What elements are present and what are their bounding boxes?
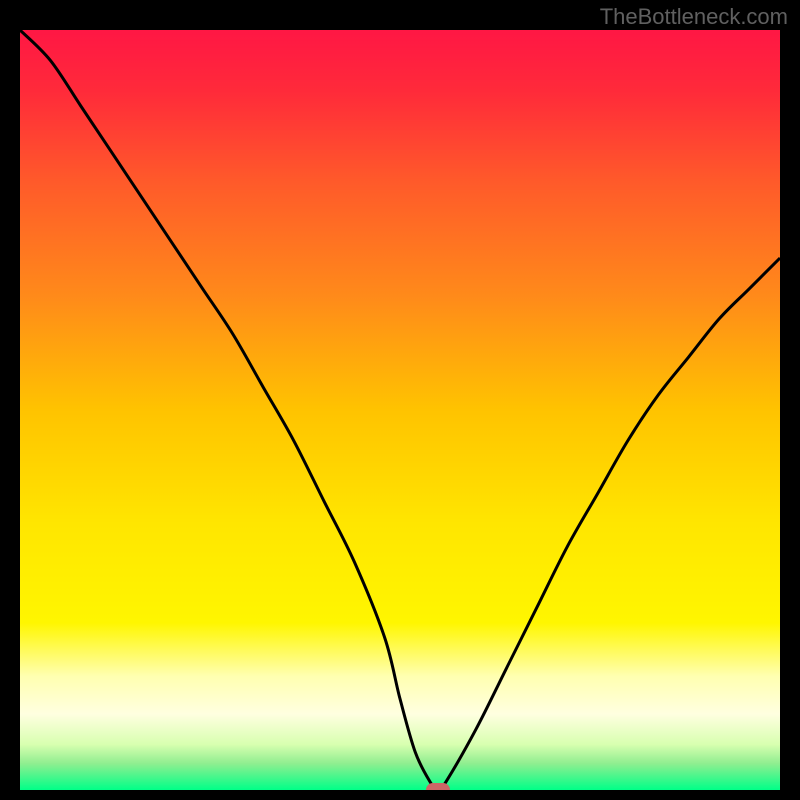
chart-frame: TheBottleneck.com [0,0,800,800]
plot-svg [20,30,780,790]
optimal-point-marker [426,783,450,790]
gradient-background [20,30,780,790]
attribution-text: TheBottleneck.com [600,4,788,30]
plot-area [20,30,780,790]
